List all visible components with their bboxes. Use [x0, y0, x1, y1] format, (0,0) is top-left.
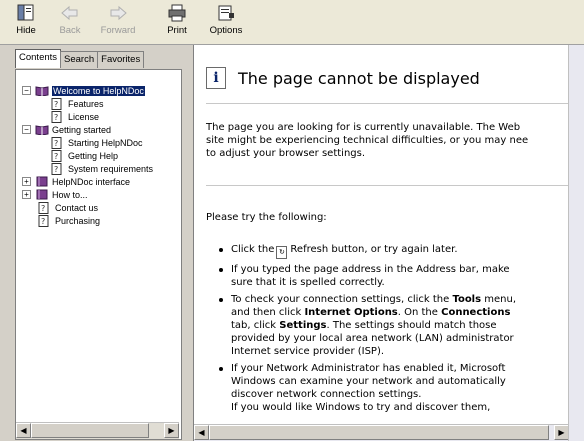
tree-item-label: Welcome to HelpNDoc: [52, 85, 145, 96]
tree-item-label: HelpNDoc interface: [52, 176, 131, 187]
svg-text:?: ?: [54, 152, 58, 161]
tree-item-label: Contact us: [55, 202, 99, 213]
back-button[interactable]: Back: [48, 3, 92, 41]
contents-tree: − Welcome to HelpNDoc ? Features ? Licen…: [16, 70, 179, 420]
intro-line-3: to adjust your browser settings.: [206, 148, 366, 159]
content-horizontal-scrollbar[interactable]: ◀ ▶: [194, 424, 569, 441]
collapse-icon[interactable]: −: [22, 125, 31, 134]
options-button[interactable]: Options: [204, 3, 248, 41]
tree-item-features[interactable]: ? Features: [51, 97, 104, 110]
content-pane: i The page cannot be displayed The page …: [193, 45, 584, 441]
help-page-icon: ?: [51, 97, 65, 110]
options-label: Options: [209, 25, 243, 36]
suggestion-item: If your Network Administrator has enable…: [216, 362, 584, 414]
tab-favorites[interactable]: Favorites: [97, 51, 145, 68]
book-closed-icon: [35, 176, 49, 188]
tab-contents[interactable]: Contents: [15, 49, 62, 68]
tree-item-contact-us[interactable]: ? Contact us: [38, 201, 98, 214]
help-page-icon: ?: [51, 162, 65, 175]
expand-icon[interactable]: +: [22, 177, 31, 186]
tree-item-getting-started[interactable]: − Getting started: [22, 123, 111, 136]
info-icon: i: [206, 67, 226, 89]
contents-panel: − Welcome to HelpNDoc ? Features ? Licen…: [15, 69, 182, 440]
help-page-icon: ?: [38, 201, 52, 214]
tree-item-label: Purchasing: [55, 215, 101, 226]
svg-text:?: ?: [54, 165, 58, 174]
svg-text:?: ?: [41, 217, 45, 226]
tree-item-label: Getting started: [52, 124, 112, 135]
intro-line-2: site might be experiencing technical dif…: [206, 135, 529, 146]
help-page-icon: ?: [51, 136, 65, 149]
tab-search[interactable]: Search: [60, 51, 99, 68]
tree-item-label: License: [68, 111, 100, 122]
suggestion-item: To check your connection settings, click…: [216, 293, 584, 358]
tree-item-label: Features: [68, 98, 104, 109]
page-title: The page cannot be displayed: [238, 68, 480, 88]
tree-item-license[interactable]: ? License: [51, 110, 99, 123]
help-page-icon: ?: [51, 149, 65, 162]
book-closed-icon: [35, 189, 49, 201]
svg-text:?: ?: [54, 139, 58, 148]
help-page-icon: ?: [51, 110, 65, 123]
suggestion-item: Click the ↻ Refresh button, or try again l…: [216, 243, 584, 259]
book-open-icon: [35, 124, 49, 136]
nav-horizontal-scrollbar[interactable]: ◀ ▶: [16, 422, 179, 439]
tree-item-helpndoc-interface[interactable]: + HelpNDoc interface: [22, 175, 130, 188]
scroll-left-icon[interactable]: ◀: [16, 423, 31, 438]
print-button[interactable]: Print: [155, 3, 199, 41]
book-open-icon: [35, 85, 49, 97]
scroll-thumb[interactable]: [209, 425, 549, 440]
hide-icon: [15, 3, 37, 23]
tree-item-label: How to...: [52, 189, 88, 200]
divider: [206, 103, 584, 104]
toolbar: Hide Back Forward Print Options: [0, 0, 584, 45]
refresh-icon: ↻: [276, 246, 288, 259]
scroll-right-icon[interactable]: ▶: [554, 425, 569, 440]
suggestion-list: Click the ↻ Refresh button, or try again l…: [216, 243, 584, 418]
tree-item-starting-helpndoc[interactable]: ? Starting HelpNDoc: [51, 136, 143, 149]
back-label: Back: [59, 25, 81, 36]
help-page-icon: ?: [38, 214, 52, 227]
content-vertical-scrollbar[interactable]: [568, 45, 584, 441]
svg-text:?: ?: [54, 100, 58, 109]
tree-item-label: Starting HelpNDoc: [68, 137, 143, 148]
tree-item-label: Getting Help: [68, 150, 119, 161]
hide-button[interactable]: Hide: [4, 3, 48, 41]
page-header: i The page cannot be displayed: [206, 67, 480, 89]
suggestion-item: If you typed the page address in the Add…: [216, 263, 584, 289]
tree-item-how-to[interactable]: + How to...: [22, 188, 88, 201]
expand-icon[interactable]: +: [22, 190, 31, 199]
print-label: Print: [167, 25, 187, 36]
intro-line-1: The page you are looking for is currentl…: [206, 122, 521, 133]
collapse-icon[interactable]: −: [22, 86, 31, 95]
hide-label: Hide: [16, 25, 36, 36]
options-icon: [215, 3, 237, 23]
svg-text:?: ?: [54, 113, 58, 122]
forward-label: Forward: [100, 25, 136, 36]
forward-arrow-icon: [107, 3, 129, 23]
try-heading: Please try the following:: [206, 212, 327, 223]
divider: [206, 185, 584, 186]
svg-text:?: ?: [41, 204, 45, 213]
scroll-thumb[interactable]: [31, 423, 149, 438]
scroll-left-icon[interactable]: ◀: [194, 425, 209, 440]
tree-item-label: System requirements: [68, 163, 154, 174]
tree-item-purchasing[interactable]: ? Purchasing: [38, 214, 100, 227]
tree-item-getting-help[interactable]: ? Getting Help: [51, 149, 118, 162]
printer-icon: [166, 3, 188, 23]
back-arrow-icon: [59, 3, 81, 23]
nav-tabs: Contents Search Favorites: [15, 49, 145, 69]
forward-button[interactable]: Forward: [96, 3, 140, 41]
navigation-pane: Contents Search Favorites − Welcome to H…: [0, 45, 188, 441]
tree-item-welcome[interactable]: − Welcome to HelpNDoc: [22, 84, 145, 97]
scroll-right-icon[interactable]: ▶: [164, 423, 179, 438]
tree-item-system-requirements[interactable]: ? System requirements: [51, 162, 153, 175]
